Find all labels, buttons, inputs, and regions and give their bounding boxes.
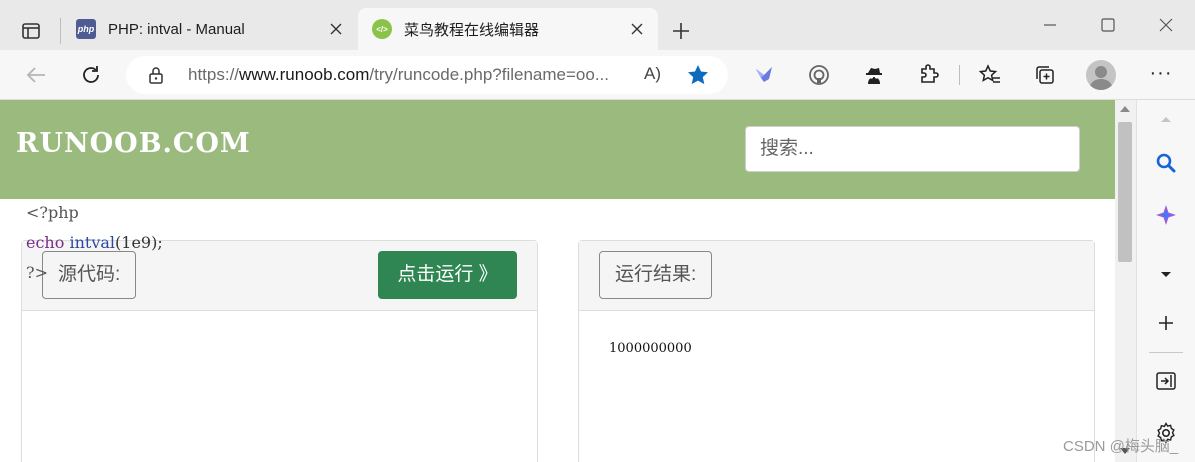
sidebar-down-icon[interactable] — [1153, 262, 1179, 288]
close-tab-icon[interactable] — [626, 18, 648, 40]
back-arrow-icon — [26, 67, 45, 83]
tab-title: 菜鸟教程在线编辑器 — [404, 21, 540, 39]
site-logo[interactable]: RUNOOB.COM — [16, 128, 251, 159]
web-page: RUNOOB.COM 源代码: 点击运行 》 <?php echo intval… — [0, 100, 1115, 462]
sidebar-separator — [1149, 352, 1183, 353]
code-editor[interactable]: <?php echo intval(1e9); ?> — [26, 198, 163, 288]
favorites-icon[interactable] — [976, 61, 1004, 89]
page-scrollbar[interactable] — [1115, 100, 1136, 462]
url-text: https://www.runoob.com/try/runcode.php?f… — [188, 65, 609, 84]
plus-icon — [673, 23, 689, 39]
lock-icon — [149, 67, 163, 84]
sidebar-copilot-sparkle-icon[interactable] — [1153, 202, 1179, 228]
result-panel: 运行结果: 1000000000 — [578, 240, 1095, 462]
php-favicon-icon: php — [76, 19, 96, 39]
sidebar-up-icon[interactable] — [1153, 106, 1179, 132]
refresh-icon — [83, 66, 99, 83]
tab-runoob-editor[interactable]: </> 菜鸟教程在线编辑器 — [358, 8, 658, 50]
profile-avatar[interactable] — [1086, 60, 1116, 90]
run-button[interactable]: 点击运行 》 — [378, 251, 517, 299]
favorite-star-icon[interactable] — [686, 63, 710, 87]
sidebar-search-icon[interactable] — [1153, 150, 1179, 176]
scroll-thumb[interactable] — [1118, 122, 1132, 262]
edge-sidebar — [1136, 100, 1195, 462]
minimize-button[interactable] — [1030, 10, 1070, 40]
runoob-favicon-icon: </> — [372, 19, 392, 39]
close-window-button[interactable] — [1146, 10, 1186, 40]
scroll-up-arrow-icon[interactable] — [1120, 106, 1130, 112]
maximize-button[interactable] — [1088, 10, 1128, 40]
site-header: RUNOOB.COM — [0, 100, 1115, 199]
sidebar-hide-icon[interactable] — [1153, 368, 1179, 394]
extensions-puzzle-icon[interactable] — [915, 61, 943, 89]
browser-toolbar: https://www.runoob.com/try/runcode.php?f… — [0, 50, 1195, 100]
collections-icon[interactable] — [1031, 61, 1059, 89]
address-bar[interactable]: https://www.runoob.com/try/runcode.php?f… — [126, 56, 728, 94]
close-tab-icon[interactable] — [325, 18, 347, 40]
toolbar-divider — [959, 65, 960, 85]
more-options-icon[interactable]: ··· — [1146, 60, 1176, 90]
bird-extension-icon[interactable] — [750, 61, 778, 89]
search-input[interactable] — [745, 126, 1080, 172]
tab-actions-icon — [22, 23, 40, 39]
run-output: 1000000000 — [609, 341, 692, 356]
read-aloud-icon[interactable]: A) — [644, 64, 661, 84]
back-button[interactable] — [20, 59, 52, 91]
tab-php-manual[interactable]: php PHP: intval - Manual — [62, 8, 357, 50]
result-panel-header: 运行结果: — [579, 241, 1094, 311]
headset-extension-icon[interactable] — [805, 61, 833, 89]
minimize-icon — [1044, 24, 1056, 26]
tab-separator — [60, 18, 61, 44]
tab-actions-button[interactable] — [14, 14, 48, 48]
user-icon — [1089, 66, 1113, 90]
tab-strip: php PHP: intval - Manual </> 菜鸟教程在线编辑器 — [0, 0, 1195, 50]
csdn-watermark: CSDN @梅头脑_ — [1063, 438, 1179, 455]
result-label: 运行结果: — [599, 251, 713, 299]
maximize-icon — [1101, 18, 1115, 32]
spy-extension-icon[interactable] — [860, 61, 888, 89]
tab-title: PHP: intval - Manual — [108, 20, 245, 38]
sidebar-add-icon[interactable] — [1153, 310, 1179, 336]
refresh-button[interactable] — [75, 59, 107, 91]
close-icon — [1159, 18, 1173, 32]
new-tab-button[interactable] — [666, 16, 696, 46]
